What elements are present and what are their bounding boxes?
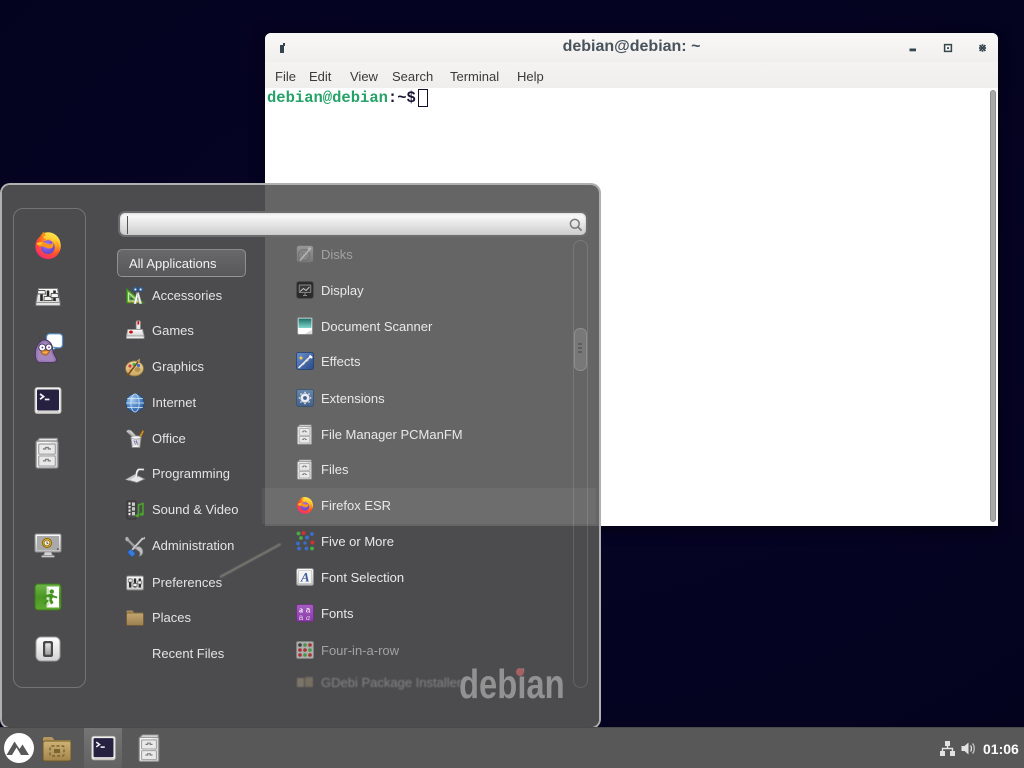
svg-text:a: a (299, 613, 304, 622)
svg-text:A: A (300, 570, 310, 585)
svg-text:a: a (306, 613, 310, 622)
